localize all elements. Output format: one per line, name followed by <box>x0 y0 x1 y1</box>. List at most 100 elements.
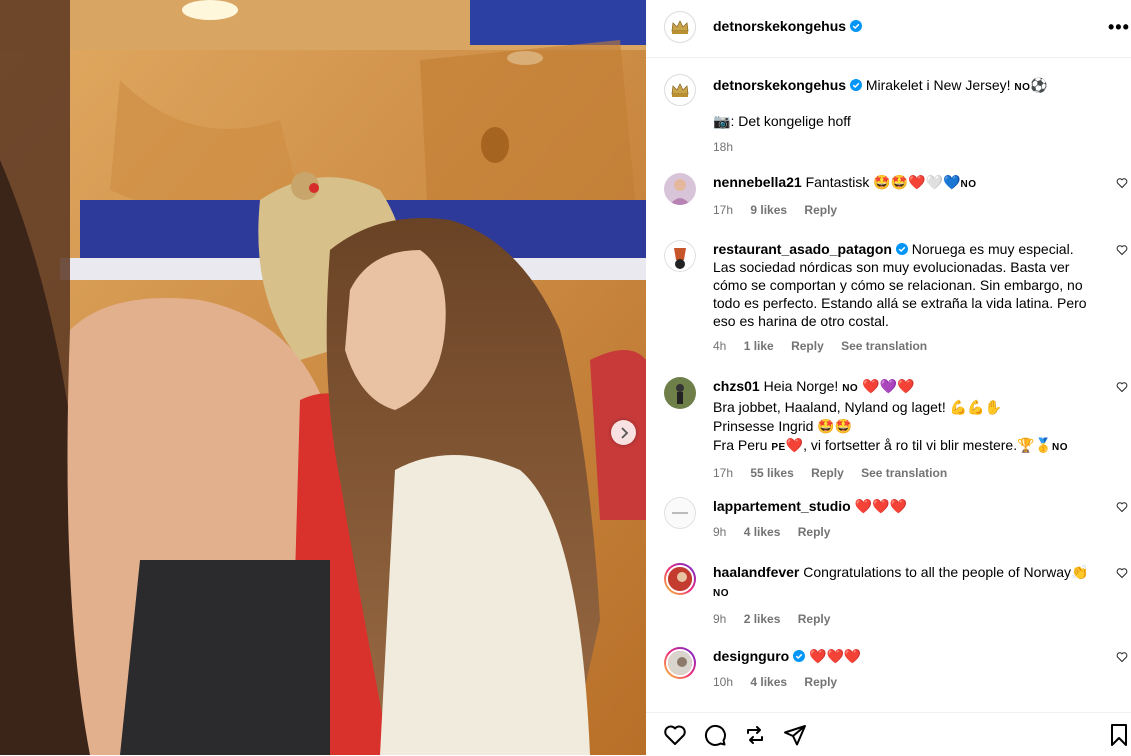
comment-emoji: ❤️💜❤️ <box>862 379 915 395</box>
crown-icon <box>671 83 689 97</box>
username-text[interactable]: detnorskekongehus <box>713 18 846 34</box>
post-media[interactable] <box>0 0 646 755</box>
comment-text: Fra Peru <box>713 437 768 453</box>
post-header: detnorskekongehus ••• <box>646 0 1131 58</box>
avatar[interactable] <box>664 497 696 529</box>
flag-no: NO <box>1051 442 1068 453</box>
comment-time: 4h <box>713 339 727 353</box>
comment-text: Heia Norge! <box>763 378 839 394</box>
chevron-right-icon <box>620 426 628 439</box>
flag-pe: PE <box>771 442 786 453</box>
comment-likes[interactable]: 4 likes <box>750 675 787 689</box>
avatar[interactable] <box>664 377 696 409</box>
caption-username[interactable]: detnorskekongehus <box>713 77 846 93</box>
trophy-emoji: 🏆🥇 <box>1017 438 1052 454</box>
see-translation-link[interactable]: See translation <box>841 339 927 353</box>
see-translation-link[interactable]: See translation <box>861 466 947 480</box>
comment-text: Prinsesse Ingrid <box>713 418 814 434</box>
share-icon[interactable] <box>783 723 807 747</box>
header-username[interactable]: detnorskekongehus <box>713 18 863 34</box>
comment-username[interactable]: haalandfever <box>713 564 799 580</box>
clap-emoji: 👏 <box>1070 565 1089 581</box>
comment-emoji: 🤩🤩❤️🤍💙 <box>873 175 961 191</box>
caption-avatar[interactable] <box>664 74 696 106</box>
reply-button[interactable]: Reply <box>804 675 837 689</box>
verified-icon <box>850 20 863 32</box>
avatar-image <box>664 497 696 529</box>
caption-credit: : Det kongelige hoff <box>730 113 851 129</box>
comment-username[interactable]: chzs01 <box>713 378 760 394</box>
comment-time: 17h <box>713 466 734 480</box>
comment-likes[interactable]: 9 likes <box>750 203 787 217</box>
comment-time: 17h <box>713 203 734 217</box>
comment-icon[interactable] <box>703 723 727 747</box>
comment-emoji: ❤️❤️❤️ <box>809 649 862 665</box>
comment-text: Congratulations to all the people of Nor… <box>803 564 1071 580</box>
heart-icon[interactable] <box>1116 651 1128 663</box>
comment-emoji: 🤩🤩 <box>817 419 853 435</box>
verified-icon <box>849 79 862 91</box>
post-action-bar <box>646 712 1131 756</box>
comment-body: chzs01 Heia Norge! NO ❤️💜❤️ Bra jobbet, … <box>713 377 1091 482</box>
avatar[interactable] <box>664 647 696 679</box>
reply-button[interactable]: Reply <box>804 203 837 217</box>
comment-time: 9h <box>713 525 727 539</box>
avatar-image <box>664 377 696 409</box>
comment-body: lappartement_studio ❤️❤️❤️ 9h 4 likes Re… <box>713 497 1091 541</box>
avatar[interactable] <box>664 173 696 205</box>
reply-button[interactable]: Reply <box>798 612 831 626</box>
reply-button[interactable]: Reply <box>811 466 844 480</box>
comment-likes[interactable]: 1 like <box>744 339 774 353</box>
more-icon[interactable]: ••• <box>1108 17 1130 38</box>
comment-body: nennebella21 Fantastisk 🤩🤩❤️🤍💙NO 17h 9 l… <box>713 173 1091 219</box>
heart-icon[interactable] <box>1116 244 1128 256</box>
comment-emoji: 💪💪✋ <box>949 400 1002 416</box>
comment-emoji: ❤️❤️❤️ <box>854 499 907 515</box>
avatar-image <box>668 651 692 675</box>
comment-username[interactable]: designguro <box>713 648 789 664</box>
avatar[interactable] <box>664 240 696 272</box>
post-details-panel: detnorskekongehus ••• detnorskekongehus … <box>646 0 1131 755</box>
heart-emoji: ❤️ <box>785 438 804 454</box>
comment-body: haalandfever Congratulations to all the … <box>713 563 1091 628</box>
comment-text: Bra jobbet, Haaland, Nyland og laget! <box>713 399 946 415</box>
reply-button[interactable]: Reply <box>791 339 824 353</box>
heart-icon[interactable] <box>1116 381 1128 393</box>
comment-username[interactable]: restaurant_asado_patagon <box>713 241 892 257</box>
caption-time: 18h <box>713 140 734 154</box>
heart-icon[interactable] <box>1116 177 1128 189</box>
comment-likes[interactable]: 2 likes <box>744 612 781 626</box>
avatar[interactable] <box>664 563 696 595</box>
reply-button[interactable]: Reply <box>798 525 831 539</box>
comment-body: restaurant_asado_patagon Noruega es muy … <box>713 240 1091 355</box>
flag-no: NO <box>713 588 729 599</box>
heart-icon[interactable] <box>1116 501 1128 513</box>
verified-icon <box>793 650 806 662</box>
flag-no: NO <box>1014 82 1031 93</box>
next-slide-button[interactable] <box>611 420 636 445</box>
repost-icon[interactable] <box>743 723 767 747</box>
comment-username[interactable]: nennebella21 <box>713 174 802 190</box>
comment-body: designguro ❤️❤️❤️ 10h 4 likes Reply <box>713 647 1091 691</box>
verified-icon <box>895 243 908 255</box>
soccer-ball-emoji: ⚽ <box>1030 78 1048 94</box>
avatar-image <box>668 567 692 591</box>
crown-icon <box>671 20 689 34</box>
avatar-image <box>664 173 696 205</box>
heart-icon[interactable] <box>663 723 687 747</box>
comment-time: 10h <box>713 675 734 689</box>
post-photo <box>0 0 646 755</box>
caption-text: Mirakelet i New Jersey! <box>865 77 1011 93</box>
comment-likes[interactable]: 55 likes <box>750 466 793 480</box>
comment-username[interactable]: lappartement_studio <box>713 498 851 514</box>
heart-icon[interactable] <box>1116 567 1128 579</box>
comment-text: , vi fortsetter å ro til vi blir mestere… <box>803 437 1018 453</box>
comment-time: 9h <box>713 612 727 626</box>
bookmark-icon[interactable] <box>1109 723 1129 747</box>
avatar-image <box>664 240 696 272</box>
comment-text: Fantastisk <box>805 174 870 190</box>
flag-no: NO <box>842 383 859 394</box>
camera-emoji: 📷 <box>713 114 731 130</box>
account-avatar[interactable] <box>664 11 696 43</box>
comment-likes[interactable]: 4 likes <box>744 525 781 539</box>
